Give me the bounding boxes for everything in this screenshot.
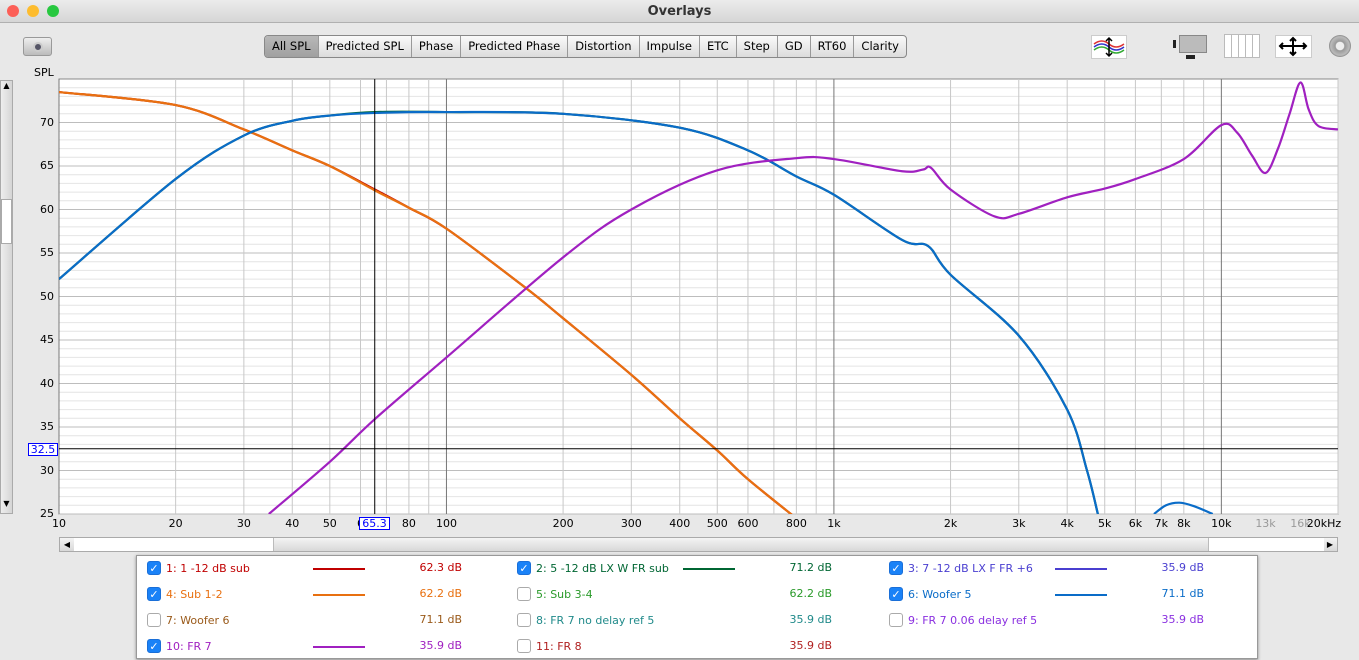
- trace-cursor-value: 35.9 dB: [1161, 613, 1204, 626]
- trace-label: 11: FR 8: [536, 639, 582, 653]
- trace-cursor-value: 62.2 dB: [789, 587, 832, 600]
- trace-checkbox[interactable]: [517, 639, 531, 653]
- scroll-left-arrow-icon[interactable]: ◀: [60, 538, 74, 551]
- scroll-right-arrow-icon[interactable]: ▶: [1323, 538, 1337, 551]
- legend-item: ✓ 6: Woofer 5: [889, 583, 972, 605]
- spl-overlay-graph[interactable]: [0, 0, 1359, 560]
- horizontal-scroll-thumb-right[interactable]: [1208, 538, 1324, 551]
- trace-checkbox[interactable]: [517, 587, 531, 601]
- trace-color-swatch[interactable]: [683, 568, 735, 570]
- legend-item: 11: FR 8: [517, 635, 582, 657]
- trace-checkbox[interactable]: ✓: [147, 561, 161, 575]
- trace-label: 5: Sub 3-4: [536, 587, 593, 601]
- trace-cursor-value: 71.2 dB: [789, 561, 832, 574]
- trace-checkbox[interactable]: [889, 613, 903, 627]
- legend-item: ✓ 3: 7 -12 dB LX F FR +6: [889, 557, 1033, 579]
- legend-item: 8: FR 7 no delay ref 5: [517, 609, 654, 631]
- legend-item: ✓ 2: 5 -12 dB LX W FR sub: [517, 557, 669, 579]
- trace-label: 2: 5 -12 dB LX W FR sub: [536, 561, 669, 575]
- trace-cursor-value: 62.3 dB: [419, 561, 462, 574]
- trace-checkbox[interactable]: [517, 613, 531, 627]
- trace-cursor-value: 35.9 dB: [1161, 561, 1204, 574]
- trace-color-swatch[interactable]: [313, 594, 365, 596]
- trace-checkbox[interactable]: ✓: [147, 587, 161, 601]
- trace-label: 4: Sub 1-2: [166, 587, 223, 601]
- trace-color-swatch[interactable]: [313, 568, 365, 570]
- legend-item: ✓ 1: 1 -12 dB sub: [147, 557, 250, 579]
- legend-item: 5: Sub 3-4: [517, 583, 593, 605]
- trace-cursor-value: 71.1 dB: [419, 613, 462, 626]
- trace-color-swatch[interactable]: [1055, 594, 1107, 596]
- horizontal-scroll-thumb-left[interactable]: [74, 538, 274, 551]
- trace-checkbox[interactable]: ✓: [889, 561, 903, 575]
- trace-label: 8: FR 7 no delay ref 5: [536, 613, 655, 627]
- legend-item: 9: FR 7 0.06 delay ref 5: [889, 609, 1037, 631]
- trace-label: 1: 1 -12 dB sub: [166, 561, 250, 575]
- trace-label: 10: FR 7: [166, 639, 212, 653]
- legend-item: 7: Woofer 6: [147, 609, 230, 631]
- trace-checkbox[interactable]: [147, 613, 161, 627]
- trace-cursor-value: 35.9 dB: [789, 613, 832, 626]
- trace-cursor-value: 71.1 dB: [1161, 587, 1204, 600]
- trace-label: 9: FR 7 0.06 delay ref 5: [908, 613, 1038, 627]
- trace-checkbox[interactable]: ✓: [147, 639, 161, 653]
- trace-label: 3: 7 -12 dB LX F FR +6: [908, 561, 1033, 575]
- trace-color-swatch[interactable]: [313, 646, 365, 648]
- legend-item: ✓ 4: Sub 1-2: [147, 583, 223, 605]
- cursor-level-readout: 32.5: [28, 443, 58, 456]
- trace-label: 6: Woofer 5: [908, 587, 972, 601]
- trace-color-swatch[interactable]: [1055, 568, 1107, 570]
- legend-item: ✓ 10: FR 7: [147, 635, 212, 657]
- trace-checkbox[interactable]: ✓: [517, 561, 531, 575]
- trace-cursor-value: 35.9 dB: [419, 639, 462, 652]
- trace-cursor-value: 62.2 dB: [419, 587, 462, 600]
- horizontal-scrollbar[interactable]: ◀ ▶: [59, 537, 1338, 552]
- cursor-frequency-readout: 65.3: [359, 517, 390, 530]
- trace-checkbox[interactable]: ✓: [889, 587, 903, 601]
- trace-cursor-value: 35.9 dB: [789, 639, 832, 652]
- trace-legend: ✓ 1: 1 -12 dB sub 62.3 dB ✓ 2: 5 -12 dB LX W…: [136, 555, 1258, 659]
- trace-label: 7: Woofer 6: [166, 613, 230, 627]
